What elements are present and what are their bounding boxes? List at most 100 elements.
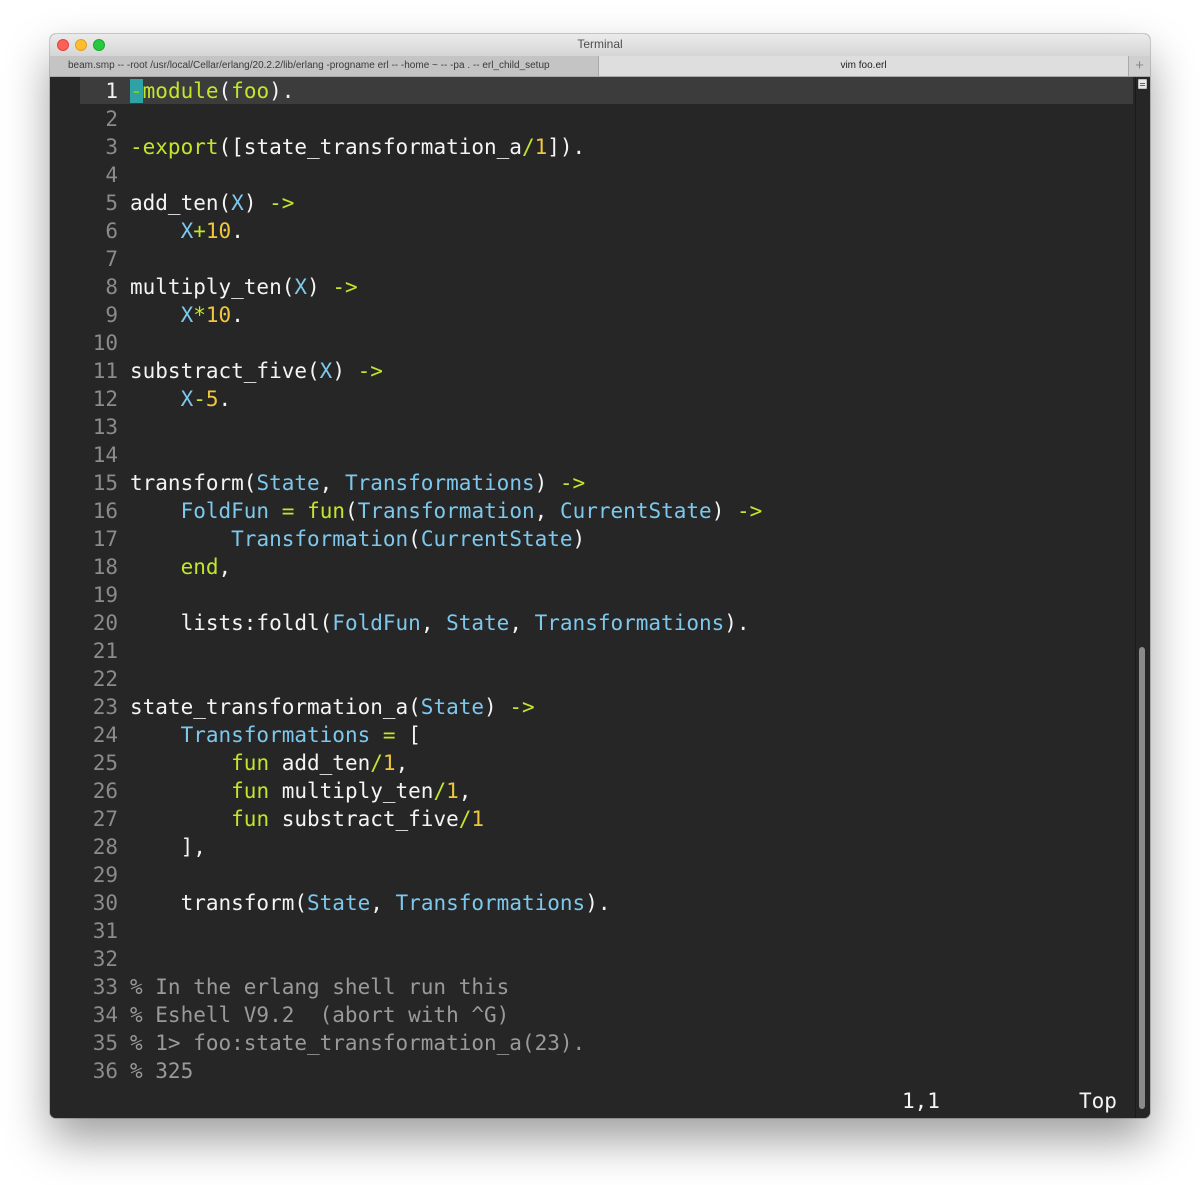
code-line[interactable]: 18 end, [50, 553, 231, 581]
code-line[interactable]: 13 [50, 413, 118, 441]
code-line[interactable]: 12 X-5. [50, 385, 232, 413]
code-line[interactable]: 17 Transformation(CurrentState) [50, 525, 586, 553]
line-number: 13 [92, 415, 118, 439]
line-number: 12 [92, 387, 118, 411]
cursor-position: 1,1 [902, 1089, 940, 1113]
comment-text: % 325 [130, 1059, 194, 1083]
line-number: 2 [105, 107, 118, 131]
code-text: fun multiply_ten/1, [231, 779, 472, 803]
line-number: 1 [105, 79, 118, 103]
line-number: 8 [105, 275, 118, 299]
line-number: 31 [92, 919, 118, 943]
comment-text: % Eshell V9.2 (abort with ^G) [130, 1003, 510, 1027]
vertical-scrollbar[interactable] [1135, 77, 1150, 1118]
scrollbar-thumb[interactable] [1139, 647, 1145, 1109]
code-text: lists:foldl(FoldFun, State, Transformati… [130, 611, 750, 635]
line-number: 34 [92, 1003, 118, 1027]
code-text: X*10. [180, 303, 244, 327]
code-text: Transformations = [ [180, 723, 421, 747]
line-number: 23 [92, 695, 118, 719]
line-number: 24 [92, 723, 118, 747]
line-number: 30 [92, 891, 118, 915]
code-line[interactable]: 26 fun multiply_ten/1, [50, 777, 472, 805]
code-line[interactable]: 2 [50, 105, 118, 133]
code-text: end, [180, 555, 232, 579]
tab-beam-smp[interactable]: beam.smp -- -root /usr/local/Cellar/erla… [50, 56, 599, 76]
code-line[interactable]: 4 [50, 161, 118, 189]
code-text: fun add_ten/1, [231, 751, 409, 775]
code-line[interactable]: 24 Transformations = [ [50, 721, 421, 749]
new-tab-plus-icon[interactable]: + [1128, 56, 1150, 76]
code-line[interactable]: 6 X+10. [50, 217, 244, 245]
code-text: -module(foo). [130, 79, 295, 103]
line-number: 25 [92, 751, 118, 775]
terminal-window: Terminal beam.smp -- -root /usr/local/Ce… [50, 34, 1150, 1118]
code-text: state_transformation_a(State) -> [130, 695, 535, 719]
line-number: 32 [92, 947, 118, 971]
code-text: FoldFun = fun(Transformation, CurrentSta… [180, 499, 763, 523]
code-text: multiply_ten(X) -> [130, 275, 358, 299]
code-line[interactable]: 32 [50, 945, 118, 973]
code-text: transform(State, Transformations). [130, 891, 611, 915]
code-line[interactable]: 19 [50, 581, 118, 609]
code-line[interactable]: 10 [50, 329, 118, 357]
code-line[interactable]: 27 fun substract_five/1 [50, 805, 484, 833]
code-line[interactable]: 14 [50, 441, 118, 469]
line-number: 19 [92, 583, 118, 607]
line-number: 5 [105, 191, 118, 215]
code-line[interactable]: 36 % 325 [50, 1057, 194, 1085]
text-cursor: - [130, 79, 143, 103]
line-number: 22 [92, 667, 118, 691]
line-number: 21 [92, 639, 118, 663]
line-number: 11 [92, 359, 118, 383]
code-line[interactable]: 23 state_transformation_a(State) -> [50, 693, 535, 721]
vim-editor[interactable]: 1 -module(foo). 2 3 -export([state_transfo… [50, 77, 1135, 1118]
code-line[interactable]: 30 transform(State, Transformations). [50, 889, 611, 917]
line-number: 9 [105, 303, 118, 327]
line-number: 36 [92, 1059, 118, 1083]
comment-text: % 1> foo:state_transformation_a(23). [130, 1031, 586, 1055]
line-number: 7 [105, 247, 118, 271]
code-line[interactable]: 16 FoldFun = fun(Transformation, Current… [50, 497, 763, 525]
code-line[interactable]: 22 [50, 665, 118, 693]
code-line[interactable]: 5 add_ten(X) -> [50, 189, 294, 217]
code-text: substract_five(X) -> [130, 359, 383, 383]
window-title: Terminal [577, 37, 623, 51]
code-line[interactable]: 33 % In the erlang shell run this [50, 973, 510, 1001]
code-text: X-5. [180, 387, 232, 411]
code-line[interactable]: 3 -export([state_transformation_a/1]). [50, 133, 585, 161]
code-line[interactable]: 35 % 1> foo:state_transformation_a(23). [50, 1029, 585, 1057]
code-text: fun substract_five/1 [231, 807, 485, 831]
code-line[interactable]: 34 % Eshell V9.2 (abort with ^G) [50, 1001, 510, 1029]
code-line[interactable]: 7 [50, 245, 118, 273]
code-line[interactable]: 11 substract_five(X) -> [50, 357, 383, 385]
code-line[interactable]: 20 lists:foldl(FoldFun, State, Transform… [50, 609, 750, 637]
line-number: 27 [92, 807, 118, 831]
line-number: 14 [92, 443, 118, 467]
code-line[interactable]: 25 fun add_ten/1, [50, 749, 409, 777]
line-number: 16 [92, 499, 118, 523]
code-line[interactable]: 8 multiply_ten(X) -> [50, 273, 357, 301]
code-line[interactable]: 21 [50, 637, 118, 665]
scroll-marker-icon [1138, 79, 1147, 89]
code-line[interactable]: 1 -module(foo). [50, 77, 294, 105]
code-text: add_ten(X) -> [130, 191, 295, 215]
line-number: 28 [92, 835, 118, 859]
line-number: 20 [92, 611, 118, 635]
code-text: -export([state_transformation_a/1]). [130, 135, 586, 159]
tab-vim-foo-erl[interactable]: vim foo.erl [599, 56, 1128, 76]
comment-text: % In the erlang shell run this [130, 975, 510, 999]
line-number: 35 [92, 1031, 118, 1055]
code-line[interactable]: 29 [50, 861, 118, 889]
code-line[interactable]: 9 X*10. [50, 301, 244, 329]
code-text: transform(State, Transformations) -> [130, 471, 586, 495]
code-line[interactable]: 15 transform(State, Transformations) -> [50, 469, 586, 497]
title-bar[interactable]: Terminal [50, 34, 1150, 57]
code-text: Transformation(CurrentState) [231, 527, 586, 551]
line-number: 26 [92, 779, 118, 803]
code-text: X+10. [180, 219, 244, 243]
code-line[interactable]: 28 ], [50, 833, 206, 861]
line-number: 4 [105, 163, 118, 187]
code-line[interactable]: 31 [50, 917, 118, 945]
line-number: 18 [92, 555, 118, 579]
